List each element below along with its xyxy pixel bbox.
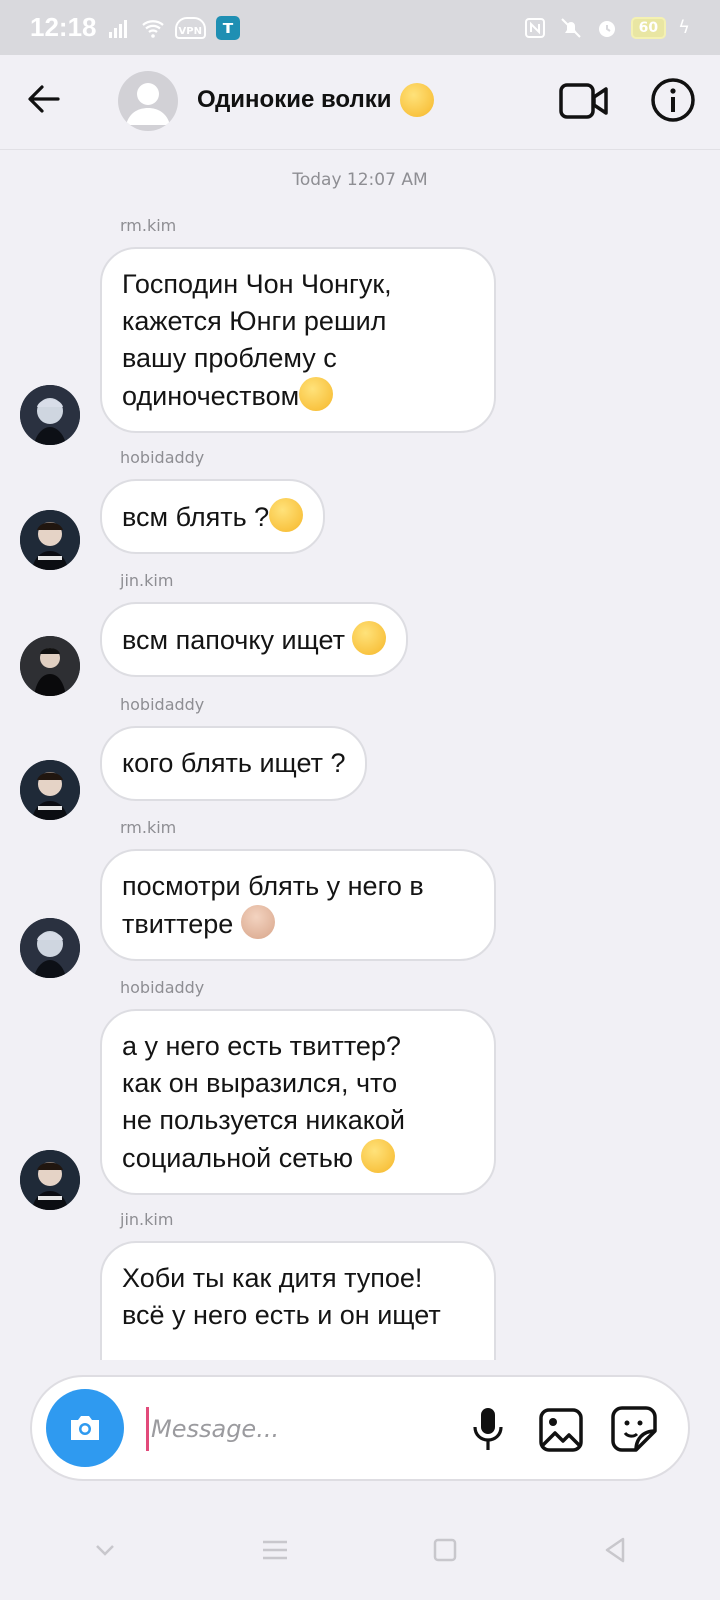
face-savoring-food-icon: [352, 621, 387, 655]
signal-icon: [108, 19, 127, 38]
system-navigation-bar: [0, 1500, 720, 1600]
message-text: Хоби ты как дитя тупое! всё у него есть …: [122, 1263, 441, 1330]
sticker-icon[interactable]: [610, 1405, 658, 1453]
message-text: кого блять ищет ?: [122, 748, 346, 778]
default-user-icon: [126, 83, 170, 125]
message-composer: [30, 1375, 690, 1481]
avatar[interactable]: [20, 918, 80, 978]
gallery-icon[interactable]: [538, 1407, 584, 1453]
group-avatar[interactable]: [118, 71, 178, 131]
thinking-face-icon: [360, 1139, 395, 1173]
vpn-icon: VPN: [174, 16, 206, 39]
message-bubble[interactable]: а у него есть твиттер? как он выразился,…: [100, 1009, 496, 1195]
charging-icon: ϟ: [678, 17, 690, 38]
mute-icon: [560, 17, 581, 38]
avatar[interactable]: [20, 1150, 80, 1210]
message-bubble[interactable]: всм папочку ищет: [100, 602, 409, 677]
alarm-icon: [598, 20, 615, 37]
message-text: всм блять ?: [122, 502, 270, 532]
sender-name: hobidaddy: [120, 448, 205, 467]
message-text: всм папочку ищет: [122, 625, 353, 655]
info-icon[interactable]: [650, 77, 696, 123]
wifi-icon: [141, 19, 164, 38]
avatar[interactable]: [20, 760, 80, 820]
sender-name: hobidaddy: [120, 695, 205, 714]
message-text: Господин Чон Чонгук, кажется Юнги решил …: [122, 269, 392, 411]
app-notification-icon: ᴛ: [215, 15, 240, 40]
avatar[interactable]: [20, 636, 80, 696]
message-bubble[interactable]: Господин Чон Чонгук, кажется Юнги решил …: [100, 247, 496, 433]
chevron-down-icon[interactable]: [88, 1533, 122, 1567]
status-time: 12:18: [30, 12, 97, 42]
avatar[interactable]: [20, 385, 80, 445]
sender-name: jin.kim: [120, 1210, 174, 1229]
smirking-face-icon: [299, 377, 334, 411]
camera-icon: [71, 1416, 99, 1440]
microphone-icon[interactable]: [468, 1405, 508, 1453]
nfc-icon: [524, 17, 545, 38]
face-with-raised-eyebrow-icon: [269, 498, 304, 532]
sender-name: hobidaddy: [120, 978, 205, 997]
back-arrow-icon[interactable]: [22, 77, 66, 121]
status-bar: 12:18 VPN ᴛ 60 ϟ: [0, 0, 720, 55]
camera-button[interactable]: [46, 1389, 124, 1467]
menu-icon[interactable]: [258, 1533, 292, 1567]
chat-header: Одинокие волки: [0, 55, 720, 150]
video-call-icon[interactable]: [558, 79, 610, 123]
message-bubble[interactable]: Хоби ты как дитя тупое! всё у него есть …: [100, 1241, 496, 1360]
chat-title[interactable]: Одинокие волки: [197, 83, 434, 117]
message-bubble[interactable]: посмотри блять у него в твиттере: [100, 849, 496, 961]
message-timestamp: Today 12:07 AM: [292, 170, 428, 190]
battery-indicator: 60: [630, 16, 667, 39]
sender-name: rm.kim: [120, 216, 177, 235]
chat-title-text: Одинокие волки: [197, 86, 392, 113]
person-facepalming-icon: [240, 905, 275, 939]
back-nav-icon[interactable]: [598, 1533, 632, 1567]
sender-name: jin.kim: [120, 571, 174, 590]
message-bubble[interactable]: всм блять ?: [100, 479, 326, 554]
message-input[interactable]: [146, 1407, 426, 1451]
message-list[interactable]: Today 12:07 AM rm.kim Господин Чон Чонгу…: [0, 150, 720, 1360]
avatar[interactable]: [20, 510, 80, 570]
home-icon[interactable]: [428, 1533, 462, 1567]
face-with-raised-eyebrow-icon: [399, 83, 434, 117]
sender-name: rm.kim: [120, 818, 177, 837]
message-bubble[interactable]: кого блять ищет ?: [100, 726, 368, 801]
